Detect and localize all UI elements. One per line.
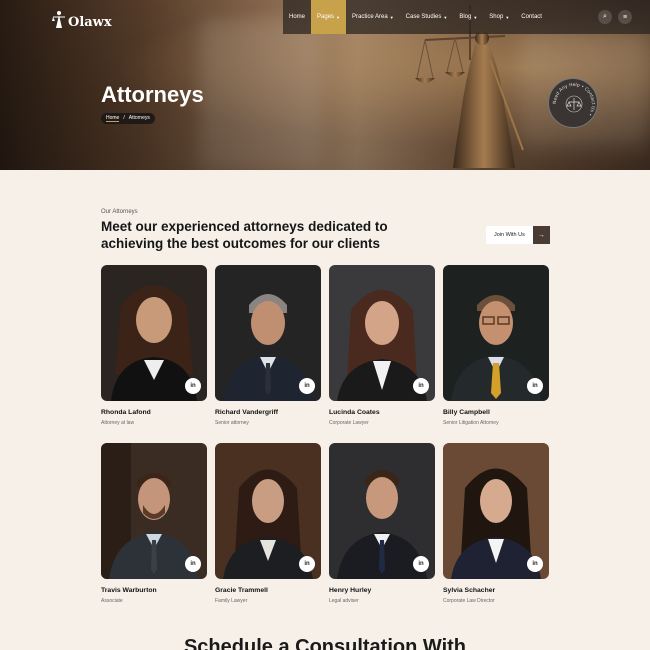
nav-item-home[interactable]: Home [283,0,311,34]
chevron-down-icon: ▼ [505,14,510,20]
linkedin-icon[interactable]: in [413,378,429,394]
attorney-role: Associate [101,598,123,604]
attorney-name[interactable]: Henry Hurley [329,587,435,594]
attorney-card[interactable]: in Sylvia Schacher Corporate Law Directo… [443,443,549,604]
chevron-down-icon: ▼ [473,14,478,20]
join-with-us-button[interactable]: Join With Us → [486,226,550,244]
background-blur [200,20,320,170]
attorney-name[interactable]: Lucinda Coates [329,409,435,416]
attorney-name[interactable]: Richard Vandergriff [215,409,321,416]
nav-label: Blog [459,14,472,20]
attorney-role: Senior attorney [215,420,249,426]
nav-item-practice-area[interactable]: Practice Area ▼ [346,0,400,34]
menu-icon[interactable]: ≡ [618,10,632,24]
nav-label: Pages [317,14,335,20]
chevron-down-icon: ▼ [336,14,340,20]
attorney-card[interactable]: in Rhonda Lafond Attorney at law [101,265,207,426]
nav-label: Practice Area [352,14,388,20]
nav-label: Shop [489,14,504,20]
attorney-photo: in [101,443,207,579]
linkedin-icon[interactable]: in [527,378,543,394]
breadcrumb-separator: / [123,115,125,121]
linkedin-icon[interactable]: in [185,556,201,572]
nav-label: Home [289,14,306,20]
nav-item-blog[interactable]: Blog ▼ [453,0,483,34]
attorney-card[interactable]: in Travis Warburton Associate [101,443,207,604]
lady-justice-logo-icon [52,11,65,28]
breadcrumb: Home / Attorneys [101,113,155,124]
attorney-photo: in [329,265,435,401]
attorney-name[interactable]: Travis Warburton [101,587,207,594]
search-icon[interactable]: ⌕ [598,10,612,24]
attorney-name[interactable]: Sylvia Schacher [443,587,549,594]
attorney-role: Corporate Law Director [443,598,495,604]
chevron-down-icon: ▼ [443,14,448,20]
linkedin-icon[interactable]: in [527,556,543,572]
attorney-card[interactable]: in Lucinda Coates Corporate Lawyer [329,265,435,426]
attorney-card[interactable]: in Gracie Trammell Family Lawyer [215,443,321,604]
breadcrumb-home[interactable]: Home [106,115,120,122]
section-heading: Meet our experienced attorneys dedicated… [101,219,388,251]
linkedin-icon[interactable]: in [299,378,315,394]
arrow-right-icon: → [532,226,550,244]
attorney-card[interactable]: in Richard Vandergriff Senior attorney [215,265,321,426]
attorney-photo: in [215,265,321,401]
attorney-role: Corporate Lawyer [329,420,369,426]
join-label: Join With Us [494,232,525,238]
attorney-role: Family Lawyer [215,598,248,604]
nav-item-shop[interactable]: Shop ▼ [483,0,515,34]
attorney-name[interactable]: Gracie Trammell [215,587,321,594]
attorney-card[interactable]: in Billy Campbell Senior Litigation Atto… [443,265,549,426]
nav-item-contact[interactable]: Contact [515,0,548,34]
page-title: Attorneys [101,82,204,107]
help-badge[interactable]: Need Any Help • Contact Us • [548,78,598,128]
attorney-photo: in [443,265,549,401]
attorney-name[interactable]: Billy Campbell [443,409,549,416]
brand-name: Olawx [68,15,112,30]
attorney-role: Legal adviser [329,598,359,604]
breadcrumb-current: Attorneys [128,115,150,121]
linkedin-icon[interactable]: in [299,556,315,572]
attorney-role: Senior Litigation Attorney [443,420,499,426]
nav-item-case-studies[interactable]: Case Studies ▼ [400,0,454,34]
logo[interactable]: Olawx [52,10,112,30]
attorney-role: Attorney at law [101,420,135,426]
section-eyebrow: Our Attorneys [101,209,138,215]
attorney-photo: in [215,443,321,579]
attorney-name[interactable]: Rhonda Lafond [101,409,207,416]
main-nav: Home Pages ▼ Practice Area ▼ Case Studies ▼… [283,0,650,34]
linkedin-icon[interactable]: in [413,556,429,572]
chevron-down-icon: ▼ [389,14,394,20]
consultation-heading: Schedule a Consultation With [183,636,467,650]
attorney-photo: in [443,443,549,579]
nav-label: Contact [521,14,542,20]
rotating-badge-icon: Need Any Help • Contact Us • [552,82,596,117]
nav-item-pages[interactable]: Pages ▼ [311,0,346,34]
linkedin-icon[interactable]: in [185,378,201,394]
attorney-photo: in [329,443,435,579]
attorney-card[interactable]: in Henry Hurley Legal adviser [329,443,435,604]
nav-label: Case Studies [405,14,442,20]
attorney-photo: in [101,265,207,401]
